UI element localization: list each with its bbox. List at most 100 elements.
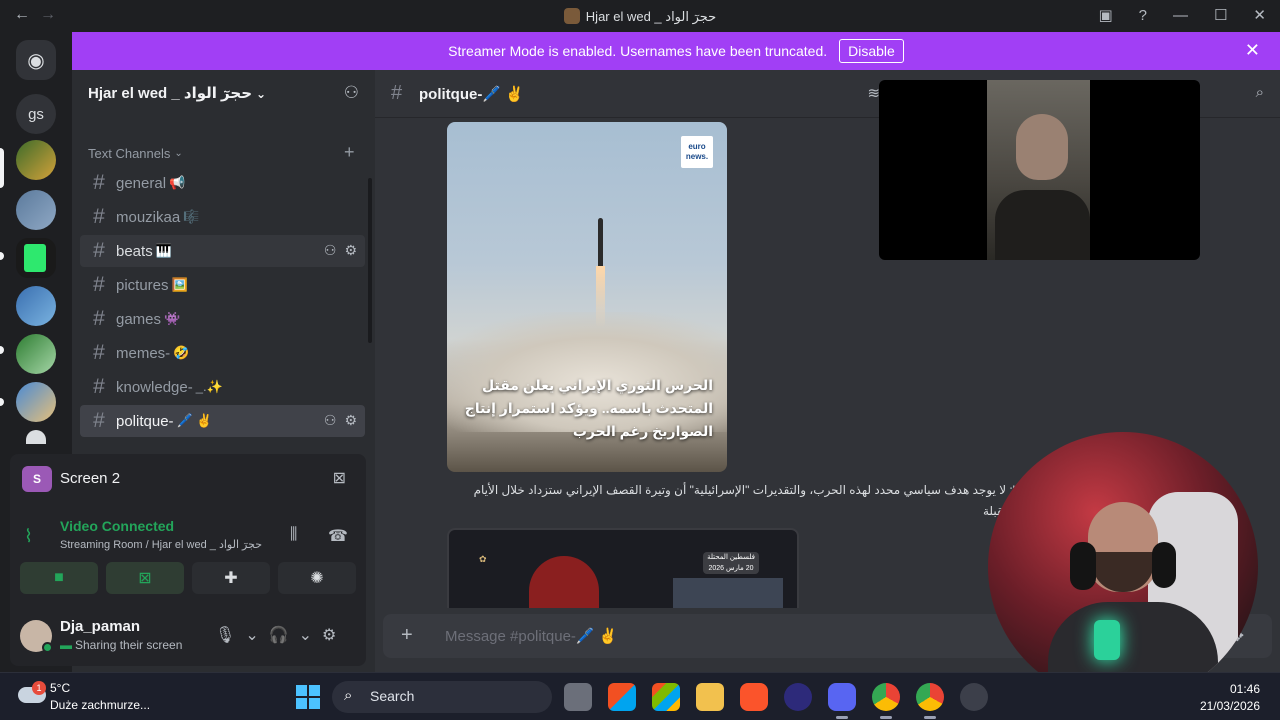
hash-icon: # [93,409,105,432]
minimize-icon[interactable]: — [1173,7,1188,24]
channel-title: politque-🖊️ ✌️ [419,86,524,103]
server-avatar[interactable] [16,238,56,278]
invite-people-icon[interactable]: ⚇ [344,83,359,103]
helmet-figure [529,556,599,608]
chrome-icon[interactable] [872,683,900,719]
disable-button[interactable]: Disable [839,39,904,63]
channel-memes[interactable]: # memes- 🤣 [80,337,365,369]
news-image[interactable]: euro news. الحرس الثوري الإيراني يعلن مق… [447,122,727,472]
channel-knowledge[interactable]: # knowledge- _.✨ [80,371,365,403]
discord-home-icon[interactable]: ◉ [16,40,56,80]
user-status: ▬ Sharing their screen [60,638,183,652]
system-clock[interactable]: 01:46 21/03/2026 [1200,681,1260,715]
hash-icon: # [391,82,403,104]
server-avatar[interactable] [26,430,46,444]
task-view-icon[interactable] [564,683,592,711]
message-input[interactable]: Message #politque-🖊️ ✌️ [445,627,617,645]
stop-stream-icon[interactable]: ⊠ [333,468,346,488]
chevron-down-icon[interactable]: ⌄ [245,625,258,645]
noise-suppression-icon[interactable]: ⫼ [290,526,297,544]
activities-icon: ✚ [224,570,238,587]
sidebar-scrollbar[interactable] [368,178,372,343]
activities-button[interactable]: ✚ [192,562,270,594]
unread-pill [0,346,4,354]
video-camera-icon: ■ [54,569,64,586]
microphone [1094,620,1120,660]
channel-mouzikaa[interactable]: # mouzikaa 🎼 [80,201,365,233]
chevron-down-icon[interactable]: ⌄ [299,625,312,645]
close-window-icon[interactable]: ✕ [1253,6,1266,24]
search-icon[interactable]: ⌕ [1256,84,1264,101]
screen-share-button[interactable]: ⊠ [106,562,184,594]
help-icon[interactable]: ? [1139,7,1147,24]
channel-games[interactable]: # games 👾 [80,303,365,335]
attached-image[interactable]: ✿ فلسطين المحتلة 20 مارس 2026 [447,528,799,608]
server-avatar[interactable] [16,140,56,180]
chevron-down-icon: ⌄ [256,87,267,101]
brand-logo: ✿ [479,554,487,564]
camera-button[interactable]: ■ [20,562,98,594]
taskbar-search[interactable]: ⌕ Search [332,681,552,713]
inbox-icon[interactable]: ▣ [1098,6,1112,24]
dm-folder[interactable]: gs [16,94,56,134]
banner-message: Streamer Mode is enabled. Usernames have… [448,43,828,59]
maximize-icon[interactable]: ☐ [1214,6,1227,24]
server-avatar[interactable] [16,286,56,326]
euronews-logo: euro news. [681,136,713,168]
clock-date: 21/03/2026 [1199,699,1260,713]
signal-icon[interactable]: ⌇ [24,526,33,547]
microphone-icon[interactable]: 🎙 [215,625,235,645]
server-icon [563,8,580,24]
server-avatar[interactable] [16,382,56,422]
weather-condition[interactable]: Duże zachmurze... [50,698,150,712]
username[interactable]: Dja_paman [60,618,140,635]
gear-icon[interactable]: ⚙ [344,412,357,429]
start-button[interactable] [296,685,320,709]
chevron-down-icon: ⌄ [174,148,183,159]
create-channel-icon[interactable]: + [344,142,355,163]
category-header[interactable]: Text Channels ⌄ [88,146,183,161]
user-panel: Dja_paman ▬ Sharing their screen 🎙 ⌄ 🎧 ⌄ … [10,606,366,666]
widgets-icon[interactable] [608,683,636,711]
screen-label: Screen 2 [60,470,121,487]
hash-icon: # [93,307,105,330]
ms-store-icon[interactable] [652,683,680,711]
channel-pictures[interactable]: # pictures 🖼️ [80,269,365,301]
file-explorer-icon[interactable] [696,683,724,711]
temperature[interactable]: 5°C [50,681,70,695]
person-body [995,190,1090,260]
server-avatar[interactable] [16,190,56,230]
add-attachment-icon[interactable]: + [401,624,413,647]
clock-time: 01:46 [1229,682,1260,696]
soundboard-icon: ✺ [310,570,324,587]
location-tag: فلسطين المحتلة 20 مارس 2026 [703,552,759,574]
unread-pill [0,252,4,260]
app-icon[interactable] [784,683,812,711]
channel-beats[interactable]: # beats 🎹 ⚇ ⚙ [80,235,365,267]
webcam-overlay-1 [879,80,1200,260]
gear-icon[interactable]: ⚙ [344,242,357,259]
brave-browser-icon[interactable] [740,683,768,711]
voice-location[interactable]: Streaming Room / Hjar el wed _ حجرٓ الوا… [60,538,262,551]
weather-widget[interactable]: 1 [18,681,48,707]
disconnect-icon[interactable]: ☎ [328,526,348,546]
discord-icon[interactable] [828,683,856,719]
soundboard-button[interactable]: ✺ [278,562,356,594]
channel-general[interactable]: # general 📢 [80,167,365,199]
server-avatar[interactable] [16,334,56,374]
chrome-icon[interactable] [916,683,944,719]
server-header[interactable]: Hjar el wed _ حجرٓ الواد ⌄ [72,70,375,118]
headphones-icon[interactable]: 🎧 [269,625,289,645]
gear-icon[interactable]: ⚙ [322,625,336,645]
streamer-mode-banner: Streamer Mode is enabled. Usernames have… [72,32,1280,70]
title-bar: ← → Hjar el wed _ حجرٓ الواد ▣ ? — ☐ ✕ [0,0,1280,32]
hash-icon: # [93,239,105,262]
channel-politque[interactable]: # politque- 🖊️ ✌️ ⚇ ⚙ [80,405,365,437]
obs-icon[interactable] [960,683,988,711]
invite-icon[interactable]: ⚇ [324,412,337,429]
close-icon[interactable]: ✕ [1245,40,1260,61]
voice-status[interactable]: Video Connected [60,518,174,534]
invite-icon[interactable]: ⚇ [324,242,337,259]
image-caption: الحرس الثوري الإيراني يعلن مقتل المتحدث … [464,377,713,439]
building [673,578,783,608]
